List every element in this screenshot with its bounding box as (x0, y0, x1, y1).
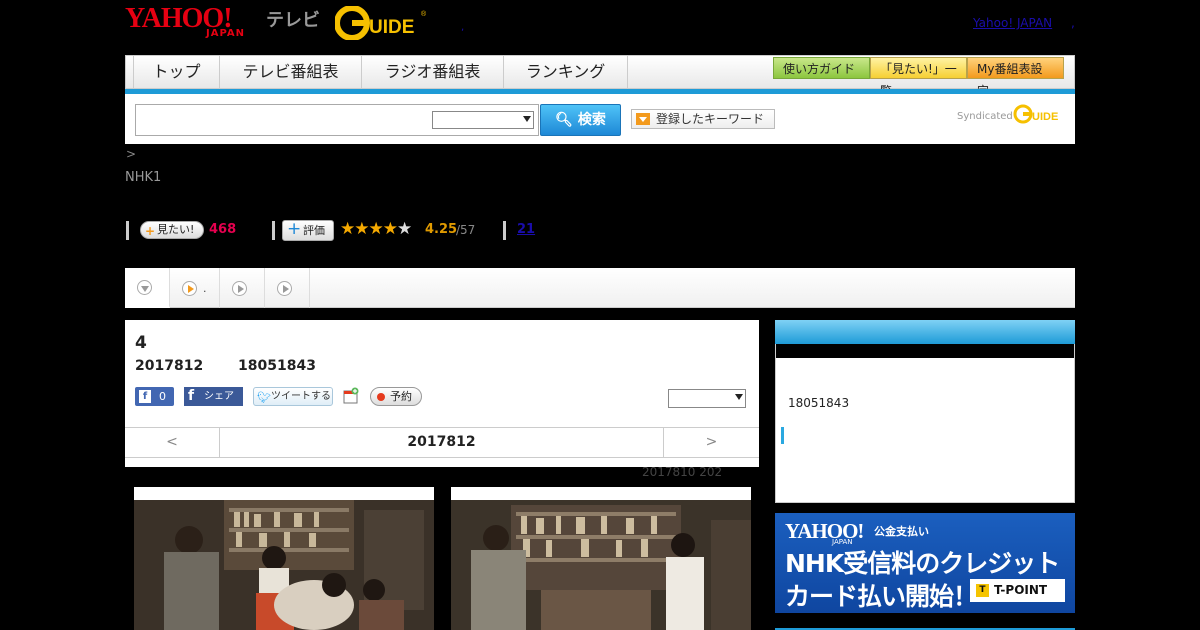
side-broadcast-time: 18051843 (788, 396, 850, 410)
nav-tab-tv-schedule[interactable]: テレビ番組表 (219, 55, 361, 89)
svg-text:UIDE: UIDE (369, 17, 414, 38)
rate-button[interactable]: + 評価 (282, 220, 334, 241)
facebook-like-button[interactable]: f 0 (135, 387, 174, 406)
mitai-label: 見たい! (157, 223, 195, 236)
nav-utility-buttons: 使い方ガイド 「見たい!」一覧 My番組表設定 (773, 57, 1064, 98)
yahoo-japan-link[interactable]: Yahoo! JAPAN (973, 16, 1052, 30)
mitai-button[interactable]: + 見たい! (140, 221, 204, 239)
episode-photo[interactable] (451, 487, 751, 630)
side-panel-header (775, 320, 1075, 344)
plus-icon: + (287, 219, 302, 239)
twitter-bird-icon: 🐦︎ (257, 391, 271, 404)
reserve-recording-button[interactable]: 予約 (370, 387, 422, 406)
tv-logo[interactable]: テレビ (266, 6, 320, 32)
search-icon: 🔍︎ (555, 112, 573, 128)
stat-divider (503, 221, 506, 240)
episode-date: 2017812 (135, 358, 204, 374)
registered-keyword-button[interactable]: 登録したキーワード (631, 109, 775, 129)
banner-headline-2: カード払い開始！ (785, 582, 978, 611)
side-panel (775, 358, 1075, 503)
tpoint-badge: T T-POINT (970, 579, 1065, 602)
play-icon (232, 280, 247, 296)
nav-tab-radio-schedule[interactable]: ラジオ番組表 (361, 55, 503, 89)
subtab-label: . (203, 281, 207, 295)
calendar-add-icon[interactable] (343, 387, 359, 404)
star-icon: ★ (397, 219, 412, 239)
subtab-2[interactable]: . (170, 268, 220, 308)
program-subtabs: . (125, 268, 1075, 308)
facebook-share-label: シェア (204, 391, 234, 402)
episode-title: 4 (135, 333, 147, 353)
record-icon (377, 393, 385, 401)
updated-timestamp: 2017810 202 (642, 465, 723, 479)
star-icon: ★ (382, 219, 398, 239)
rating-count: /57 (456, 223, 476, 237)
next-date-button[interactable]: > (663, 428, 759, 457)
episode-select[interactable] (668, 389, 746, 408)
episode-time: 18051843 (238, 358, 316, 374)
chevron-down-icon (735, 394, 743, 400)
current-date: 2017812 (407, 434, 476, 450)
scene-image (451, 500, 751, 630)
dropdown-arrow-icon (636, 113, 650, 125)
channel-name: NHK1 (125, 170, 162, 185)
reserve-label: 予約 (390, 390, 412, 403)
svg-text:UIDE: UIDE (1032, 111, 1058, 123)
header-separator: , (461, 22, 465, 33)
nav-tabs: トップ テレビ番組表 ラジオ番組表 ランキング (133, 55, 628, 89)
gguide-logo[interactable]: UIDE ® (335, 6, 427, 40)
search-button-label: 検索 (577, 112, 606, 128)
top-link-separator: , (1071, 16, 1075, 30)
nav-tab-top[interactable]: トップ (133, 55, 219, 89)
subtab-4[interactable] (265, 268, 310, 308)
subtab-3[interactable] (220, 268, 265, 308)
previous-date-button[interactable]: < (125, 428, 220, 457)
facebook-share-button[interactable]: f シェア (184, 387, 243, 406)
star-icon: ★ (368, 219, 384, 239)
tweet-button[interactable]: 🐦︎ ツイートする (253, 387, 333, 406)
syndicated-gguide-logo: UIDE (1013, 104, 1058, 124)
syndicated-label: Syndicated (957, 111, 1013, 122)
facebook-icon: f (139, 390, 151, 403)
chevron-down-icon (137, 279, 152, 295)
breadcrumb[interactable]: > (126, 147, 136, 161)
nav-tab-ranking[interactable]: ランキング (503, 55, 628, 89)
stat-divider (272, 221, 275, 240)
tweet-label: ツイートする (271, 391, 331, 402)
play-icon (182, 280, 197, 296)
episode-photo[interactable] (134, 487, 434, 630)
star-icon: ★ (354, 219, 369, 239)
yahoo-japan-sublogo: JAPAN (206, 28, 245, 39)
rate-label: 評価 (303, 224, 325, 237)
star-icon: ★ (340, 219, 355, 239)
subtab-overview[interactable] (125, 268, 170, 308)
registered-keyword-label: 登録したキーワード (656, 112, 765, 126)
chevron-down-icon (523, 116, 531, 122)
search-button[interactable]: 🔍︎ 検索 (540, 104, 621, 136)
play-icon (277, 280, 292, 296)
search-category-select[interactable] (432, 111, 534, 129)
facebook-like-count: 0 (159, 390, 166, 403)
rating-score: 4.25 (425, 222, 458, 237)
guide-button[interactable]: 使い方ガイド (773, 57, 870, 79)
banner-headline: NHK受信料のクレジット (785, 549, 1060, 578)
review-count-link[interactable]: 21 (517, 222, 535, 237)
mitai-count: 468 (209, 222, 237, 237)
facebook-icon: f (188, 388, 195, 404)
side-panel-title-area (775, 344, 1075, 358)
banner-subtitle: 公金支払い (874, 525, 929, 538)
plus-icon: + (145, 224, 156, 238)
rating-stars: ★★★★★ (340, 219, 412, 239)
svg-text:®: ® (421, 10, 427, 18)
stat-divider (126, 221, 129, 240)
tpoint-icon: T (976, 584, 989, 597)
scene-image (134, 500, 434, 630)
mitai-list-button[interactable]: 「見たい!」一覧 (870, 57, 967, 98)
side-section-marker (781, 427, 784, 444)
tpoint-label: T-POINT (994, 583, 1048, 597)
my-schedule-settings-button[interactable]: My番組表設定 (967, 57, 1064, 98)
